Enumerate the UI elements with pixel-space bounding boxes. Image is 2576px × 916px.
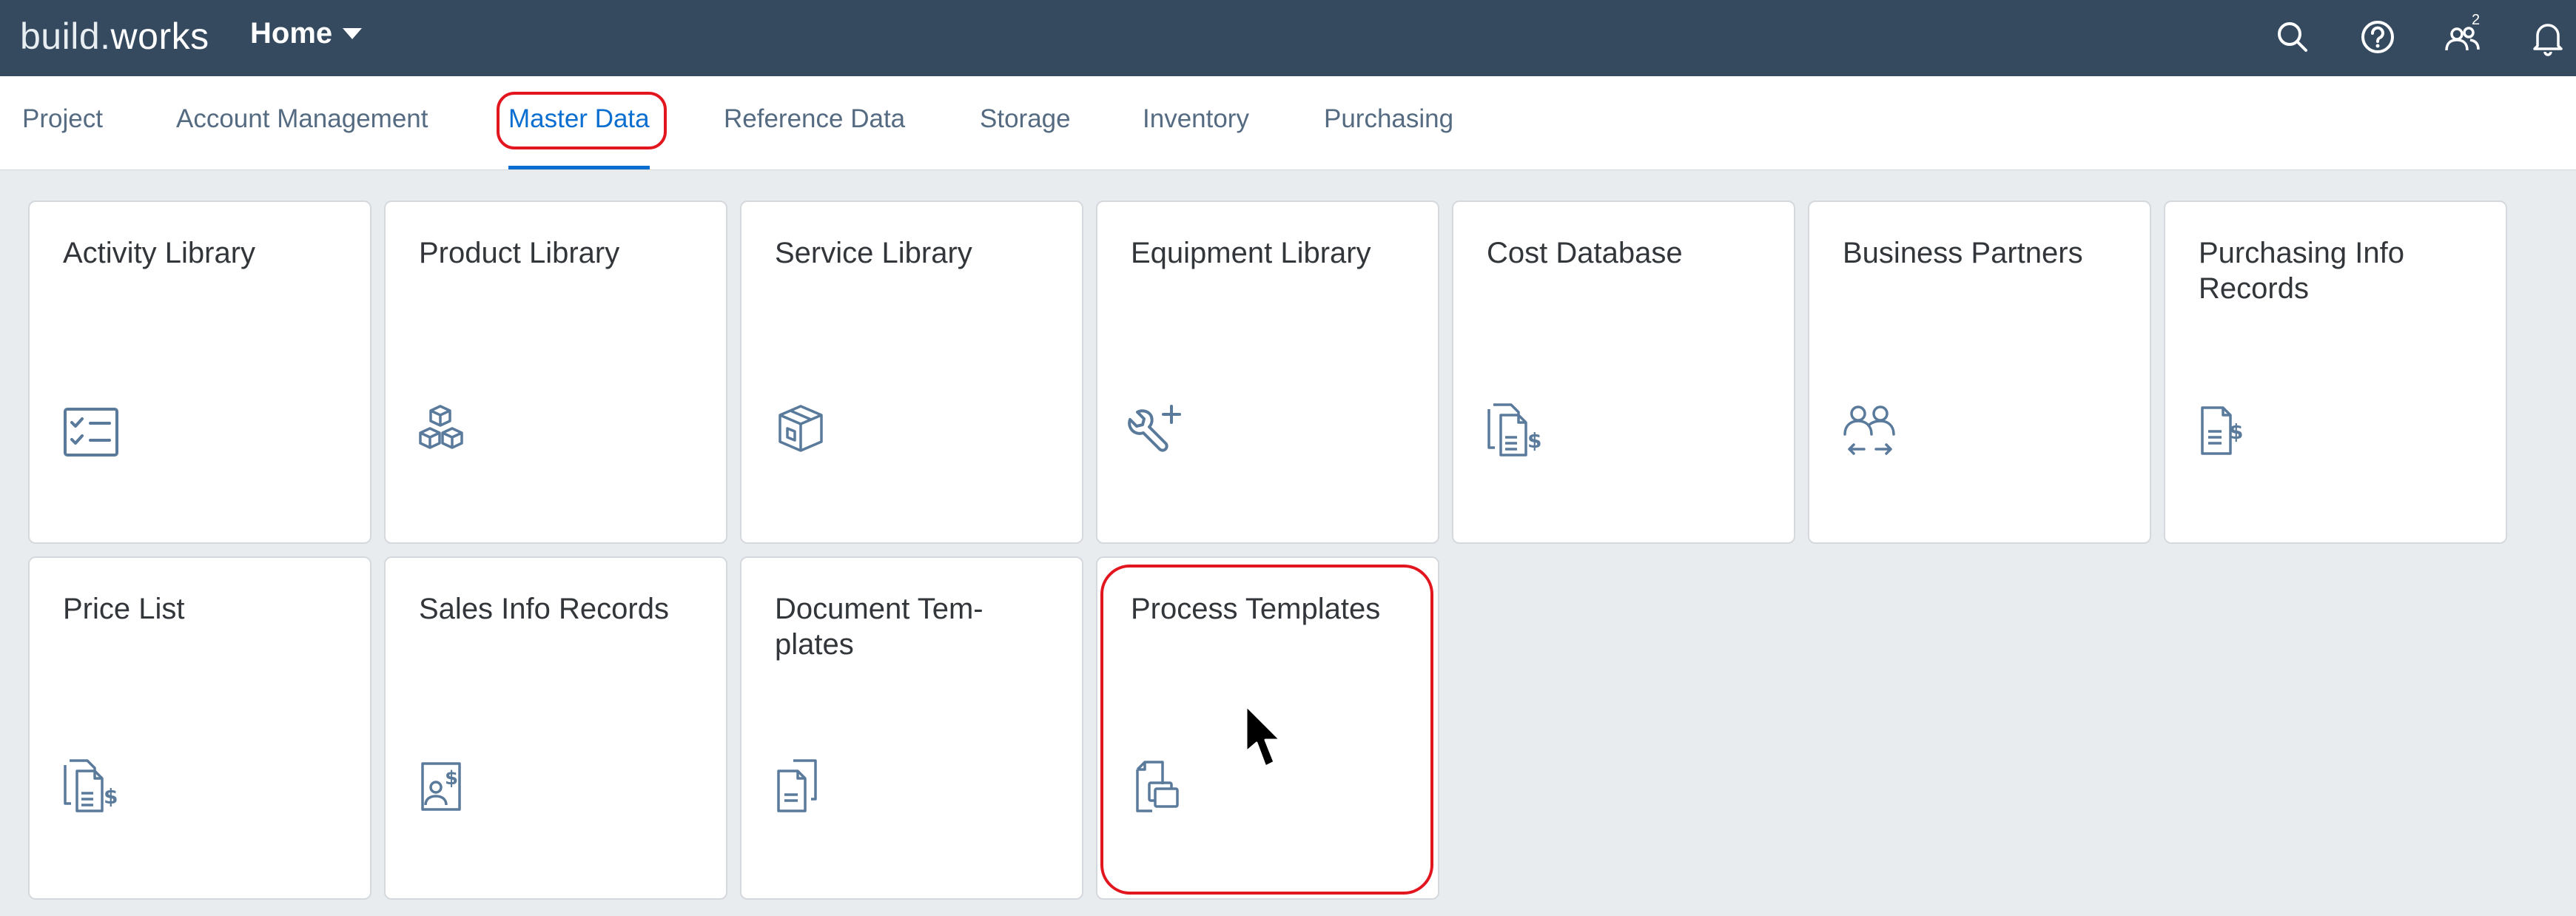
tile-business-partners[interactable]: Business Partners [1808, 201, 2151, 544]
cubes-icon [415, 399, 479, 462]
svg-text:$: $ [1527, 428, 1541, 453]
tile-title: Sales Info Records [419, 593, 669, 625]
tile-title: Equipment Library [1131, 237, 1371, 269]
tab-purchasing[interactable]: Purchasing [1324, 76, 1453, 169]
home-label: Home [250, 17, 333, 50]
wrench-add-icon [1127, 399, 1191, 462]
package-icon [771, 399, 835, 462]
documents-icon [771, 755, 835, 818]
tile-equipment-library[interactable]: Equipment Library [1096, 201, 1439, 544]
tab-master-data[interactable]: Master Data [508, 76, 650, 169]
tile-product-library[interactable]: Product Library [384, 201, 727, 544]
shell-bar: build.works Home 2 [0, 0, 2576, 76]
tab-inventory[interactable]: Inventory [1143, 76, 1249, 169]
checklist-icon [59, 399, 123, 462]
tile-title: Price List [63, 593, 185, 625]
tile-title: Cost Database [1487, 237, 1683, 269]
help-icon[interactable] [2357, 16, 2398, 58]
logo-text-build: build. [20, 16, 111, 57]
tile-title: Process Templates [1131, 593, 1381, 625]
home-menu-button[interactable]: Home [250, 10, 363, 56]
tile-activity-library[interactable]: Activity Library [28, 201, 371, 544]
tile-cost-database[interactable]: Cost Database $ [1452, 201, 1795, 544]
tab-reference-data[interactable]: Reference Data [724, 76, 905, 169]
svg-text:$: $ [445, 767, 458, 789]
document-copy-icon [1127, 755, 1191, 818]
tile-price-list[interactable]: Price List $ [28, 556, 371, 900]
people-exchange-icon [1839, 399, 1903, 462]
svg-text:$: $ [2229, 420, 2243, 444]
tile-sales-info-records[interactable]: Sales Info Records $ [384, 556, 727, 900]
bell-icon[interactable] [2527, 16, 2569, 58]
tile-service-library[interactable]: Service Library [740, 201, 1083, 544]
mouse-pointer-icon [1243, 703, 1302, 777]
logo-text-works: works [110, 16, 209, 57]
person-document-dollar-icon: $ [415, 755, 479, 818]
document-dollar-icon: $ [2195, 399, 2259, 462]
search-icon[interactable] [2272, 16, 2313, 58]
notification-count: 2 [2472, 12, 2481, 28]
documents-dollar-icon: $ [1483, 399, 1547, 462]
tile-title: Purchasing Info Records [2199, 237, 2404, 305]
tab-storage[interactable]: Storage [980, 76, 1071, 169]
tile-title: Service Library [775, 237, 972, 269]
documents-dollar-icon: $ [59, 755, 123, 818]
tile-title: Activity Library [63, 237, 256, 269]
chevron-down-icon [343, 27, 363, 39]
tab-project[interactable]: Project [22, 76, 103, 169]
tile-document-templates[interactable]: Document Tem-plates [740, 556, 1083, 900]
tile-title: Document Tem-plates [775, 593, 983, 661]
tile-purchasing-info-records[interactable]: Purchasing Info Records $ [2164, 201, 2507, 544]
user-group-icon[interactable]: 2 [2442, 12, 2483, 58]
tab-bar: Project Account Management Master Data R… [0, 76, 2576, 170]
tile-title: Product Library [419, 237, 620, 269]
app-logo[interactable]: build.works [20, 10, 209, 62]
tile-title: Business Partners [1843, 237, 2083, 269]
tab-account-management[interactable]: Account Management [176, 76, 428, 169]
svg-text:$: $ [104, 784, 118, 809]
